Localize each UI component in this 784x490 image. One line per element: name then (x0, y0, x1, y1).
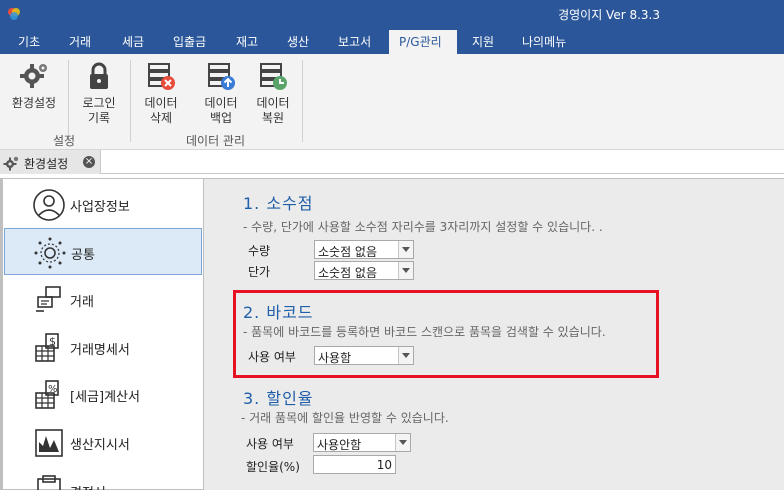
ribbon: 환경설정 로그인 기록 데이터 삭제 데이터 백업 데이터 복원 설정 데이터 … (0, 54, 784, 150)
chevron-down-icon[interactable] (395, 434, 410, 451)
discount-rate-label: 할인율(%) (246, 460, 300, 474)
title-bar: 경영이지 Ver 8.3.3 (0, 0, 784, 30)
user-icon (33, 189, 65, 221)
ribbon-separator (130, 60, 131, 142)
app-logo-icon (8, 8, 20, 20)
nav-item-business-info[interactable]: 사업장정보 (4, 181, 202, 228)
tax-invoice-icon: % (35, 380, 59, 409)
menu-tab-cash[interactable]: 입출금 (163, 30, 216, 54)
document-tab-strip: 환경설정 × (0, 150, 784, 174)
menu-tab-pg-manage[interactable]: P/G관리 (389, 30, 457, 54)
menu-tab-support[interactable]: 지원 (462, 30, 504, 54)
section-title-decimal: 1. 소수점 (243, 194, 314, 213)
gear-icon (20, 64, 47, 88)
section-desc-decimal: - 수량, 단가에 사용할 소수점 자리수를 3자리까지 설정할 수 있습니다.… (243, 220, 603, 234)
highlight-box (233, 290, 659, 378)
settings-nav-panel: 사업장정보 공통 거래 $ 거래명세서 % [세금]계산서 생산지시서 (0, 178, 204, 490)
gear-icon (3, 156, 19, 171)
nav-item-tax-invoice[interactable]: % [세금]계산서 (4, 371, 202, 418)
login-history-button[interactable]: 로그인 기록 (71, 60, 127, 126)
ribbon-separator (68, 60, 69, 142)
statement-icon: $ (35, 333, 59, 362)
menu-tab-trade[interactable]: 거래 (59, 30, 101, 54)
settings-dots-icon (34, 237, 66, 269)
ribbon-group-label-settings: 설정 (53, 134, 76, 148)
unit-price-label: 단가 (248, 265, 271, 279)
database-upload-icon (208, 63, 235, 90)
menu-tab-tax[interactable]: 세금 (112, 30, 154, 54)
factory-chart-icon (35, 429, 63, 457)
discount-use-select[interactable]: 사용안함 (313, 433, 411, 452)
quotation-icon (37, 475, 61, 490)
discount-use-label: 사용 여부 (246, 437, 294, 451)
database-delete-icon (148, 63, 175, 90)
menu-tab-inventory[interactable]: 재고 (226, 30, 268, 54)
data-backup-button[interactable]: 데이터 백업 (193, 60, 249, 126)
menu-tab-reports[interactable]: 보고서 (328, 30, 381, 54)
section-title-discount: 3. 할인율 (243, 389, 314, 408)
ribbon-separator (302, 60, 303, 142)
quantity-decimal-select[interactable]: 소숫점 없음 (314, 240, 414, 259)
data-restore-button[interactable]: 데이터 복원 (245, 60, 301, 126)
data-delete-button[interactable]: 데이터 삭제 (133, 60, 189, 126)
nav-item-production-order[interactable]: 생산지시서 (4, 419, 202, 466)
menu-tab-production[interactable]: 생산 (277, 30, 319, 54)
nav-item-invoice-statement[interactable]: $ 거래명세서 (4, 324, 202, 371)
nav-item-quotation[interactable]: 견적서 (4, 467, 202, 490)
close-tab-icon[interactable]: × (83, 156, 95, 168)
quantity-label: 수량 (248, 244, 271, 258)
menu-tab-my-menu[interactable]: 나의메뉴 (512, 30, 576, 54)
chevron-down-icon[interactable] (398, 262, 413, 279)
ribbon-group-label-data: 데이터 관리 (186, 134, 246, 148)
menu-bar: 기초 거래 세금 입출금 재고 생산 보고서 P/G관리 지원 나의메뉴 (0, 30, 784, 54)
section-desc-discount: - 거래 품목에 할인율 반영할 수 있습니다. (241, 411, 449, 425)
nav-item-trade[interactable]: 거래 (4, 276, 202, 323)
window-title: 경영이지 Ver 8.3.3 (558, 8, 660, 22)
chevron-down-icon[interactable] (398, 241, 413, 258)
trade-icon (36, 286, 61, 312)
unit-price-decimal-select[interactable]: 소숫점 없음 (314, 261, 414, 280)
settings-button[interactable]: 환경설정 (6, 60, 62, 111)
lock-icon (90, 62, 108, 89)
discount-rate-input[interactable]: 10 (313, 455, 396, 474)
nav-item-common[interactable]: 공통 (4, 228, 202, 275)
menu-tab-basic[interactable]: 기초 (8, 30, 50, 54)
tab-settings[interactable]: 환경설정 × (0, 150, 101, 174)
database-restore-icon (260, 63, 287, 90)
